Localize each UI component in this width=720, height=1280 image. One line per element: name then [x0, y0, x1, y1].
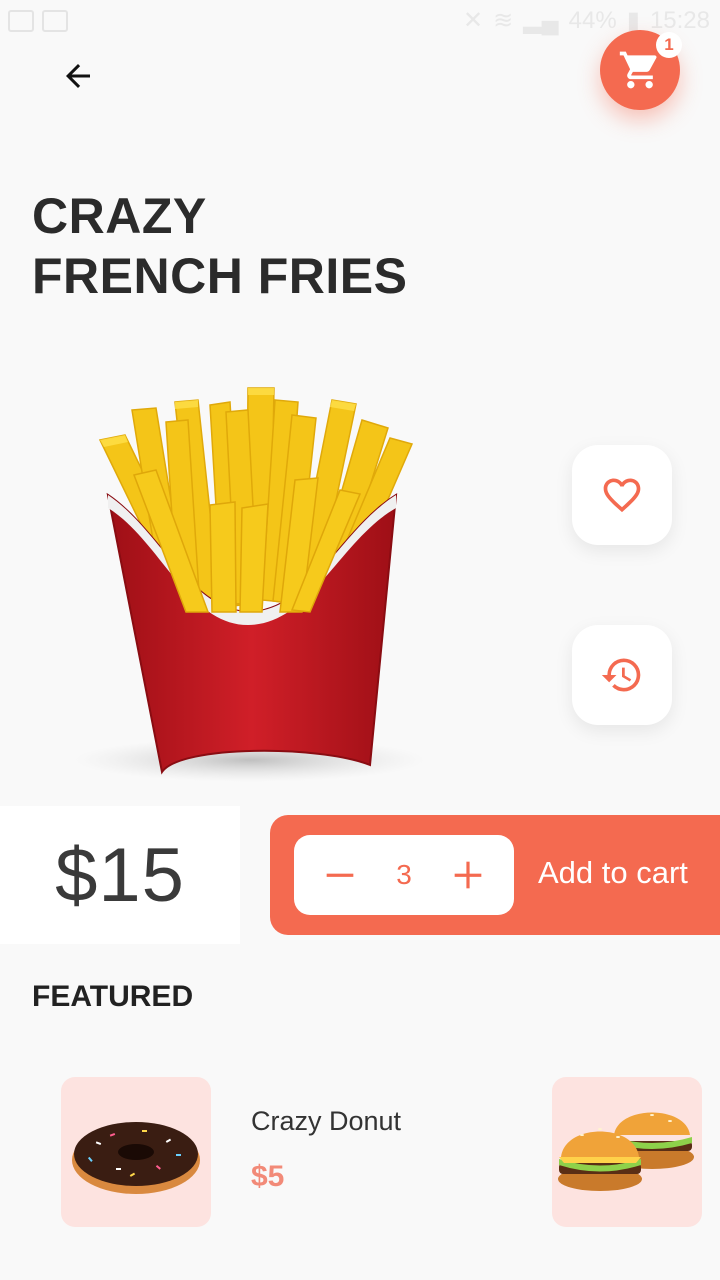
french-fries-illustration	[75, 387, 425, 782]
mute-icon: ✕	[462, 7, 484, 34]
battery-text: 44%	[568, 6, 617, 34]
wifi-icon: ≋	[493, 7, 514, 34]
featured-item-burger-image[interactable]	[552, 1077, 702, 1227]
add-to-cart-bar[interactable]: 3 Add to cart	[270, 815, 720, 935]
quantity-value: 3	[396, 859, 412, 890]
heart-icon	[603, 478, 641, 513]
back-button[interactable]	[52, 50, 104, 102]
featured-item-price: $5	[251, 1160, 285, 1193]
status-right: ✕ ≋ ▂▄ 44% ▮ 15:28	[463, 6, 710, 35]
featured-item-donut-image[interactable]	[61, 1077, 211, 1227]
minus-icon	[326, 873, 354, 877]
shopping-cart-icon	[619, 51, 657, 89]
arrow-left-icon	[66, 64, 90, 88]
history-icon	[601, 658, 641, 692]
donut-image	[72, 1122, 200, 1194]
decrease-quantity-button[interactable]	[322, 857, 358, 893]
product-title: CRAZY FRENCH FRIES	[32, 186, 407, 306]
history-button[interactable]	[572, 625, 672, 725]
featured-item-name[interactable]: Crazy Donut	[251, 1106, 401, 1137]
gmail-notification-icon	[42, 10, 68, 32]
clock-text: 15:28	[649, 6, 710, 34]
product-title-line1: CRAZY	[32, 188, 207, 244]
add-to-cart-button[interactable]: Add to cart	[538, 855, 688, 891]
status-bar: ✕ ≋ ▂▄ 44% ▮ 15:28	[0, 0, 720, 44]
signal-icon: ▂▄	[523, 7, 559, 34]
burger-image	[558, 1112, 694, 1191]
french-fries-image	[70, 380, 430, 790]
gallery-notification-icon	[8, 10, 34, 32]
cart-count-badge: 1	[656, 32, 682, 58]
status-left	[8, 10, 68, 32]
cart-button[interactable]: 1	[600, 30, 682, 110]
favorite-button[interactable]	[572, 445, 672, 545]
quantity-stepper: 3	[294, 835, 514, 915]
product-price: $15	[55, 832, 185, 918]
increase-quantity-button[interactable]	[450, 857, 486, 893]
featured-section-title: FEATURED	[32, 980, 194, 1013]
product-title-line2: FRENCH FRIES	[32, 248, 408, 304]
price-box: $15	[0, 806, 240, 944]
plus-icon	[454, 861, 482, 889]
